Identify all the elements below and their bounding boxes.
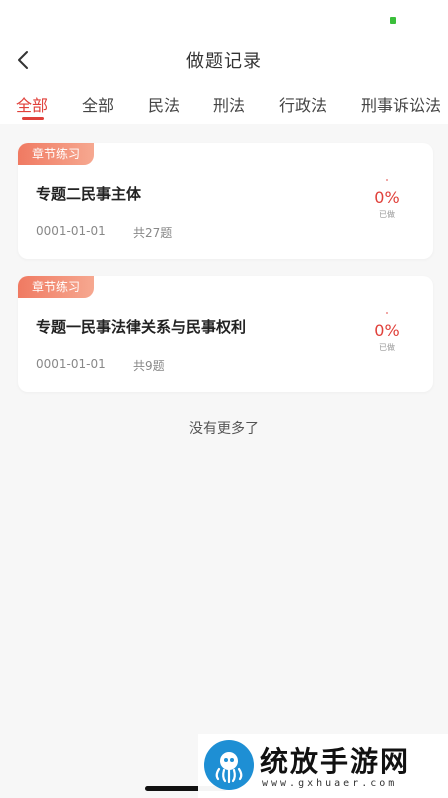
record-date: 0001-01-01 bbox=[36, 357, 106, 371]
record-date: 0001-01-01 bbox=[36, 224, 106, 238]
progress-value: 0% bbox=[374, 188, 400, 207]
octopus-logo-icon bbox=[204, 740, 254, 790]
record-progress: 0% 已做 bbox=[362, 312, 412, 362]
record-tag: 章节练习 bbox=[18, 143, 94, 165]
progress-dot bbox=[386, 179, 388, 181]
tab-criminal-law[interactable]: 刑法 bbox=[213, 92, 245, 116]
tab-civil-law[interactable]: 民法 bbox=[148, 92, 180, 116]
tab-all-active[interactable]: 全部 bbox=[16, 92, 48, 116]
record-progress: 0% 已做 bbox=[362, 179, 412, 229]
tab-administrative-law[interactable]: 行政法 bbox=[279, 92, 327, 116]
octopus-icon bbox=[215, 752, 243, 784]
record-question-count: 共9题 bbox=[133, 359, 165, 373]
record-tag: 章节练习 bbox=[18, 276, 94, 298]
record-card[interactable]: 章节练习 专题一民事法律关系与民事权利 0001-01-01 共9题 0% 已做 bbox=[18, 276, 433, 392]
battery-indicator bbox=[390, 17, 396, 24]
record-title: 专题一民事法律关系与民事权利 bbox=[36, 318, 247, 336]
progress-dot bbox=[386, 312, 388, 314]
record-question-count: 共27题 bbox=[133, 226, 173, 240]
top-bar: 做题记录 全部 全部 民法 刑法 行政法 刑事诉讼法 bbox=[0, 0, 448, 124]
progress-label: 已做 bbox=[379, 210, 395, 219]
active-tab-underline bbox=[22, 117, 44, 120]
tab-criminal-procedure-law[interactable]: 刑事诉讼法 bbox=[361, 92, 441, 116]
progress-value: 0% bbox=[374, 321, 400, 340]
tab-all[interactable]: 全部 bbox=[82, 92, 114, 116]
record-title: 专题二民事主体 bbox=[36, 185, 142, 203]
watermark-url: www.gxhuaer.com bbox=[262, 778, 398, 789]
page-title: 做题记录 bbox=[186, 51, 262, 72]
record-card[interactable]: 章节练习 专题二民事主体 0001-01-01 共27题 0% 已做 bbox=[18, 143, 433, 259]
watermark: 统放手游网 www.gxhuaer.com bbox=[198, 734, 448, 798]
watermark-title: 统放手游网 bbox=[260, 745, 411, 778]
no-more-text: 没有更多了 bbox=[189, 421, 259, 437]
category-tabs: 全部 全部 民法 刑法 行政法 刑事诉讼法 bbox=[0, 92, 448, 122]
progress-label: 已做 bbox=[379, 343, 395, 352]
